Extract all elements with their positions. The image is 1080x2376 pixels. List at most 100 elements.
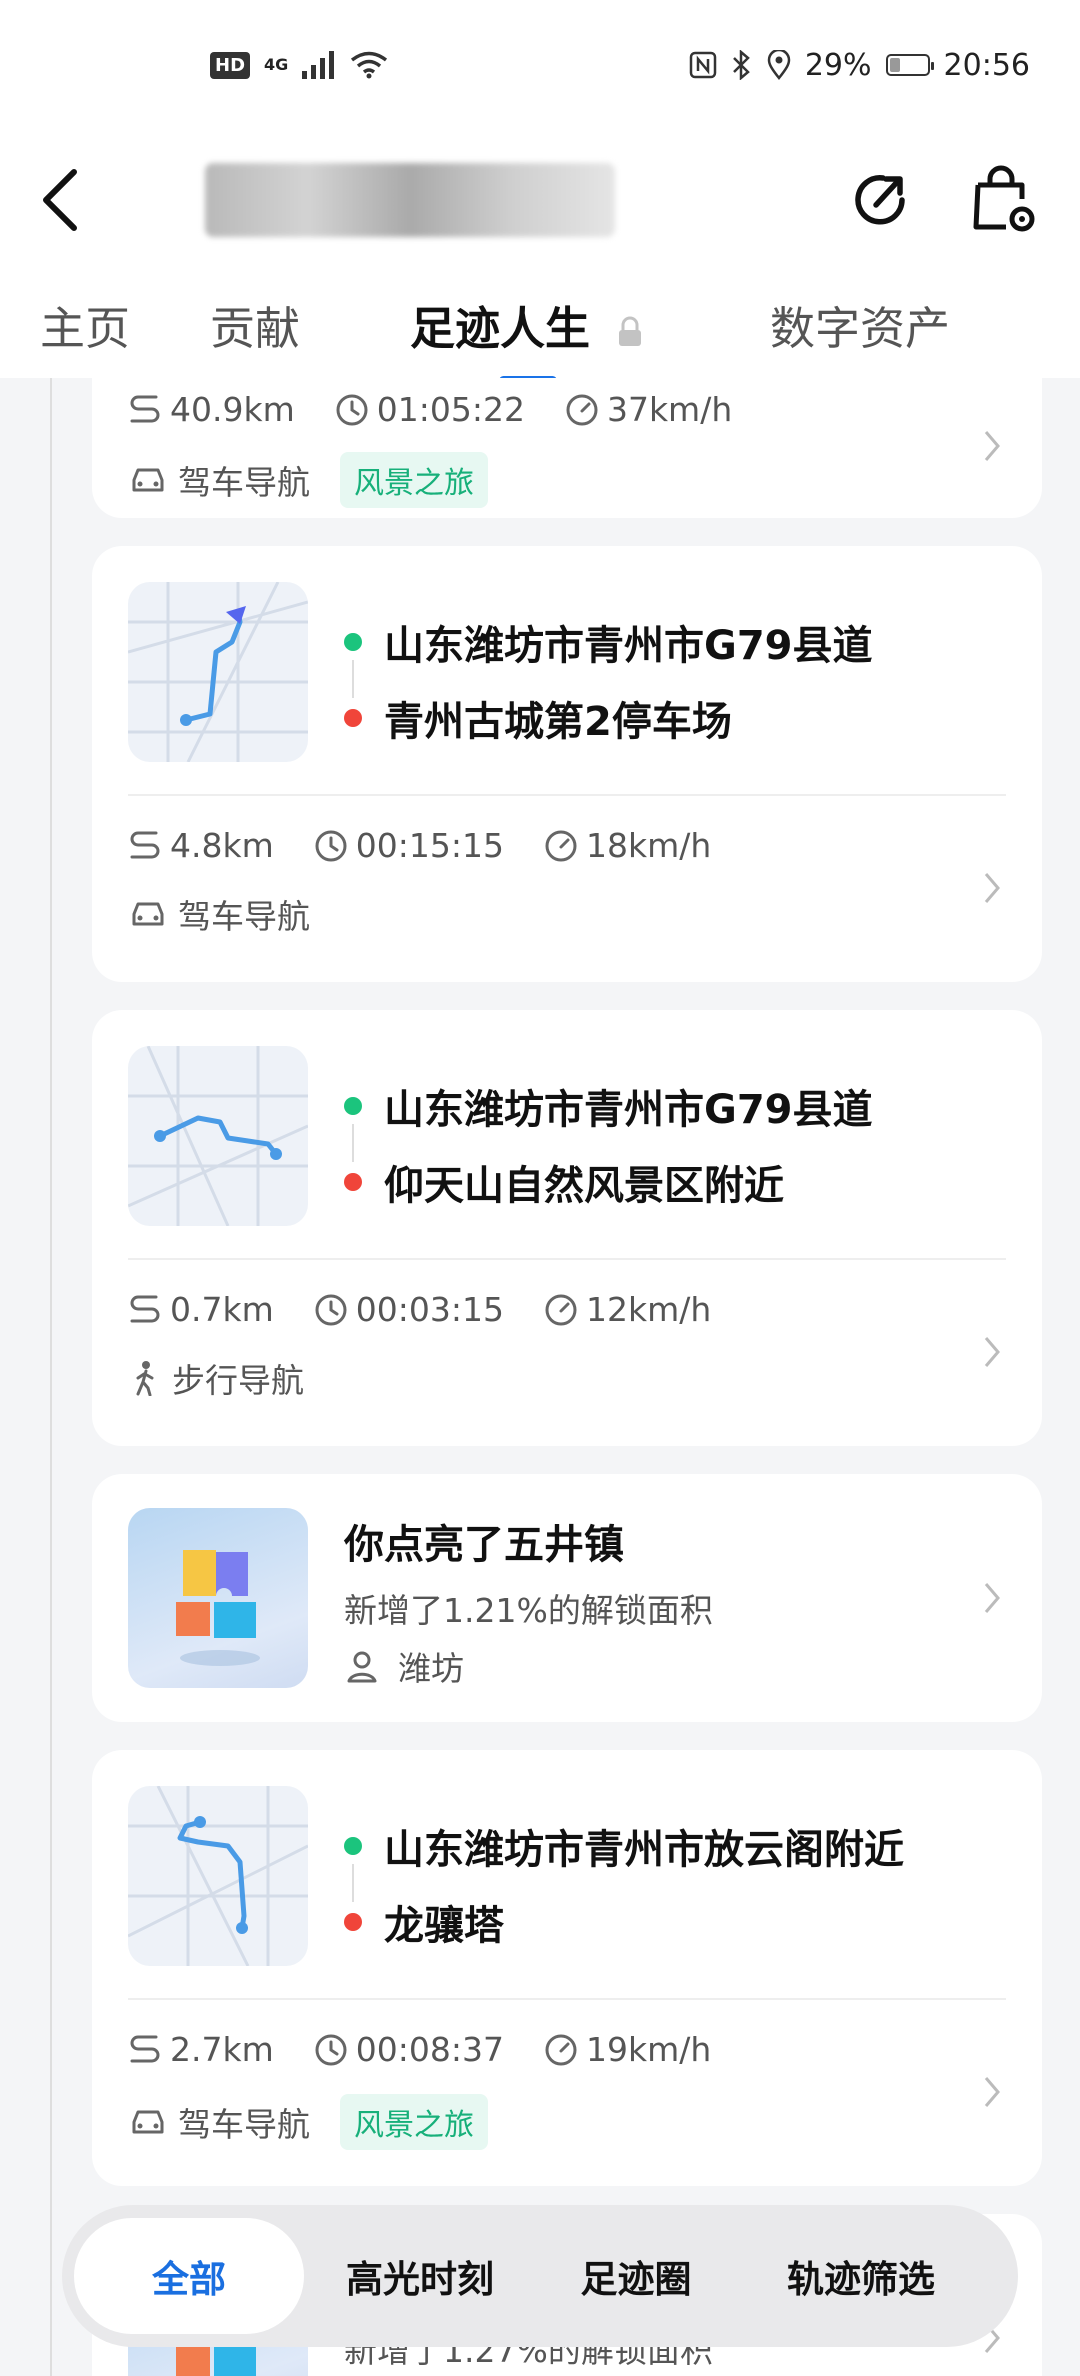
timeline-line [50, 378, 52, 2376]
filter-footprint-circle[interactable]: 足迹圈 [536, 2249, 736, 2303]
filter-all[interactable]: 全部 [74, 2218, 304, 2334]
duration-stat: 01:05:22 [335, 390, 525, 429]
start-location: 山东潍坊市青州市放云阁附近 [384, 1827, 904, 1873]
tab-digital-assets[interactable]: 数字资产 [770, 292, 950, 357]
end-location: 仰天山自然风景区附近 [384, 1163, 784, 1209]
tab-contribution[interactable]: 贡献 [210, 292, 410, 357]
route-start: 山东潍坊市青州市G79县道 [344, 1068, 873, 1144]
route-connector [352, 1124, 354, 1162]
filter-label: 高光时刻 [346, 2258, 494, 2301]
battery-level [889, 58, 900, 72]
clock-icon [336, 394, 368, 425]
card-divider [128, 1998, 1006, 2000]
speedometer-icon [566, 394, 598, 425]
start-dot [344, 1097, 362, 1115]
speedometer-icon [545, 830, 577, 861]
bag-settings-button[interactable] [966, 163, 1040, 237]
distance-stat: 2.7km [128, 2030, 274, 2069]
travel-mode: 驾车导航 风景之旅 [128, 452, 488, 508]
route-start: 山东潍坊市青州市G79县道 [344, 604, 873, 680]
filter-label: 全部 [152, 2258, 226, 2301]
walking-icon [136, 1361, 154, 1396]
route-connector [352, 1864, 354, 1902]
distance-icon [130, 395, 160, 422]
chevron-right-icon [984, 2077, 1000, 2107]
trip-stats: 40.9km 01:05:22 37km/h [128, 390, 772, 429]
route-end: 龙骧塔 [344, 1884, 904, 1960]
route-connector [352, 660, 354, 698]
speed-stat: 19km/h [544, 2030, 711, 2069]
mode-label: 步行导航 [172, 1361, 304, 1400]
trip-card[interactable]: 山东潍坊市青州市G79县道 仰天山自然风景区附近 0.7km 00:03:15 … [92, 1010, 1042, 1446]
chevron-right-icon [984, 1337, 1000, 1367]
top-tabs: 主页 贡献 足迹人生 数字资产 [0, 270, 1080, 385]
distance-icon [130, 2035, 160, 2062]
trip-stats: 4.8km 00:15:15 18km/h [128, 826, 751, 865]
car-icon [132, 902, 164, 926]
mode-label: 驾车导航 [178, 2105, 310, 2144]
chevron-right-icon [984, 873, 1000, 903]
speed-stat: 18km/h [544, 826, 711, 865]
route-end: 仰天山自然风景区附近 [344, 1144, 873, 1220]
mode-label: 驾车导航 [178, 463, 310, 502]
tab-label: 主页 [40, 301, 131, 355]
footprint-feed[interactable]: 40.9km 01:05:22 37km/h 驾车导航 风景之旅 山东潍坊市青州… [0, 378, 1080, 2376]
route-map-thumbnail [128, 1046, 308, 1226]
speed-value: 18km/h [585, 826, 712, 865]
end-location: 龙骧塔 [384, 1903, 504, 1949]
card-divider [128, 1258, 1006, 1260]
tab-footprint-life[interactable]: 足迹人生 [410, 292, 740, 385]
user-location-icon [347, 1651, 377, 1683]
battery-icon [885, 54, 934, 76]
duration-stat: 00:03:15 [314, 1290, 504, 1329]
filter-highlights[interactable]: 高光时刻 [304, 2249, 536, 2303]
duration-value: 01:05:22 [376, 390, 525, 429]
tab-home[interactable]: 主页 [40, 292, 210, 357]
travel-mode: 驾车导航 [128, 890, 310, 938]
unlock-achievement-card[interactable]: 你点亮了五井镇 新增了1.21%的解锁面积 潍坊 [92, 1474, 1042, 1722]
car-icon [132, 468, 164, 492]
achievement-location: 潍坊 [344, 1642, 464, 1690]
clock-icon [315, 1294, 347, 1325]
trip-stats: 0.7km 00:03:15 12km/h [128, 1290, 751, 1329]
share-icon [855, 175, 905, 225]
bluetooth-icon [732, 50, 750, 80]
speedometer-icon [545, 1294, 577, 1325]
speed-value: 37km/h [606, 390, 733, 429]
tab-label: 贡献 [210, 301, 301, 355]
speed-value: 19km/h [585, 2030, 712, 2069]
back-button[interactable] [40, 155, 130, 245]
location-icon [767, 50, 791, 80]
nfc-icon [689, 51, 717, 79]
status-bar: HD 4G 29% 20:56 [0, 0, 1080, 130]
bag-settings-icon [973, 165, 1035, 232]
route-start: 山东潍坊市青州市放云阁附近 [344, 1808, 904, 1884]
location-label: 潍坊 [398, 1649, 464, 1688]
scenic-tag: 风景之旅 [340, 2094, 488, 2150]
route-endpoints: 山东潍坊市青州市G79县道 青州古城第2停车场 [344, 604, 873, 756]
distance-stat: 0.7km [128, 1290, 274, 1329]
route-map-thumbnail [128, 582, 308, 762]
trip-card[interactable]: 山东潍坊市青州市G79县道 青州古城第2停车场 4.8km 00:15:15 1… [92, 546, 1042, 982]
distance-value: 40.9km [170, 390, 295, 429]
duration-value: 00:15:15 [355, 826, 504, 865]
duration-value: 00:03:15 [355, 1290, 504, 1329]
trip-card[interactable]: 山东潍坊市青州市放云阁附近 龙骧塔 2.7km 00:08:37 19km/h … [92, 1750, 1042, 2186]
puzzle-thumbnail [128, 1508, 308, 1688]
duration-value: 00:08:37 [355, 2030, 504, 2069]
end-dot [344, 709, 362, 727]
speed-value: 12km/h [585, 1290, 712, 1329]
travel-mode: 步行导航 [128, 1354, 304, 1402]
speedometer-icon [545, 2034, 577, 2065]
trip-card[interactable]: 40.9km 01:05:22 37km/h 驾车导航 风景之旅 [92, 378, 1042, 518]
clock: 20:56 [943, 47, 1030, 83]
chevron-right-icon [984, 431, 1000, 461]
share-button[interactable] [846, 163, 920, 237]
clock-icon [315, 830, 347, 861]
route-map [128, 582, 308, 762]
distance-icon [130, 831, 160, 858]
puzzle-icon [176, 1550, 260, 1666]
distance-stat: 40.9km [128, 390, 295, 429]
battery-percent: 29% [804, 47, 872, 83]
filter-track-filter[interactable]: 轨迹筛选 [736, 2249, 986, 2303]
